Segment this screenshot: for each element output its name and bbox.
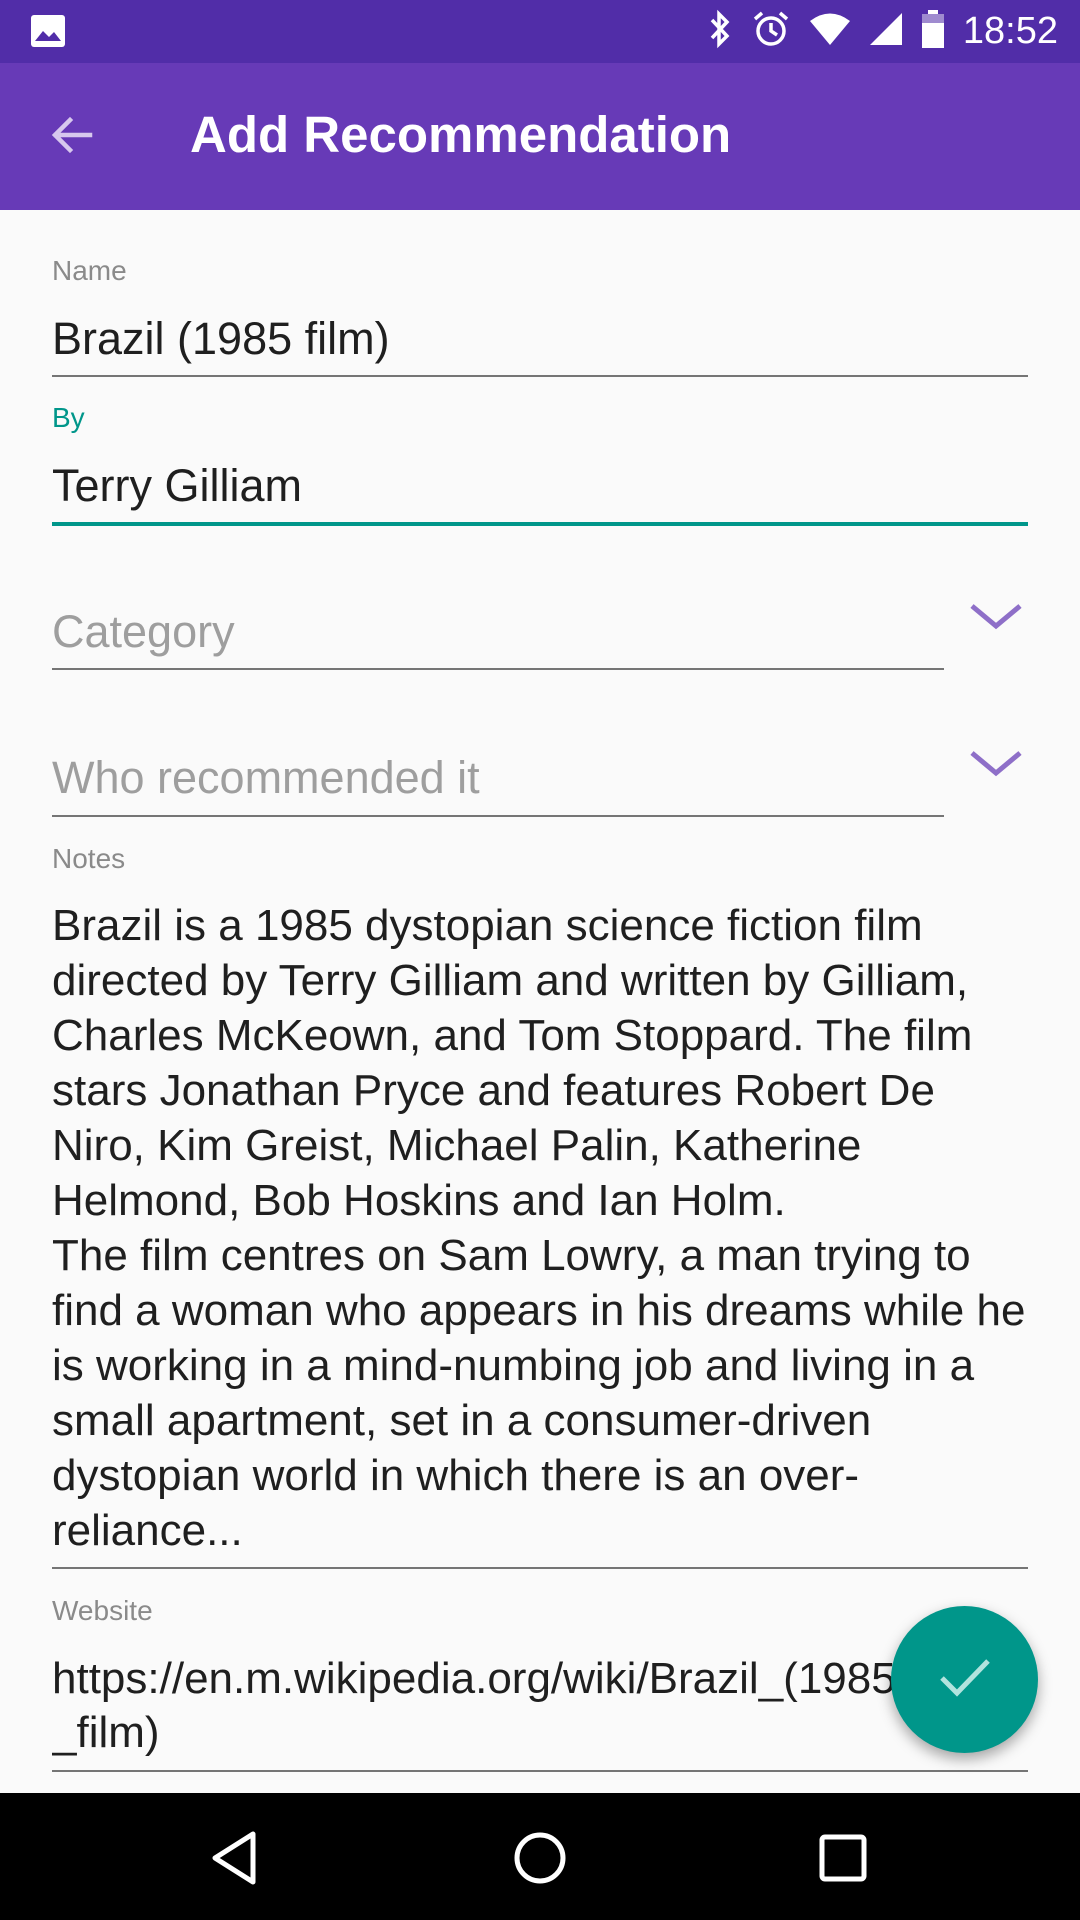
by-input[interactable]: Terry Gilliam (52, 460, 302, 512)
website-input[interactable]: https://en.m.wikipedia.org/wiki/Brazil_(… (52, 1652, 1012, 1760)
notes-textarea[interactable]: Brazil is a 1985 dystopian science ficti… (52, 898, 1037, 1558)
save-fab-button[interactable] (891, 1606, 1038, 1753)
by-underline (52, 522, 1028, 526)
category-dropdown-button[interactable] (961, 588, 1031, 648)
nav-recents-icon (817, 1832, 869, 1889)
page-title: Add Recommendation (190, 106, 732, 163)
category-underline (52, 668, 944, 670)
status-clock: 18:52 (962, 10, 1058, 52)
nav-back-button[interactable] (190, 1815, 280, 1905)
nav-home-button[interactable] (495, 1815, 585, 1905)
arrow-back-icon (48, 111, 96, 164)
name-underline (52, 375, 1028, 377)
nav-back-icon (209, 1830, 261, 1891)
nav-recents-button[interactable] (798, 1815, 888, 1905)
by-label: By (52, 402, 85, 433)
app-bar: Add Recommendation (0, 63, 1080, 210)
recommender-underline (52, 815, 944, 817)
battery-icon (921, 9, 945, 54)
screen: 18:52 Add Recommendation Name Brazil (19… (0, 0, 1080, 1920)
navigation-bar (0, 1793, 1080, 1920)
website-underline (52, 1770, 1028, 1772)
recommender-select[interactable]: Who recommended it (52, 752, 480, 804)
status-icons: 18:52 (707, 0, 1058, 63)
signal-icon (869, 12, 903, 51)
bluetooth-icon (707, 9, 733, 54)
notes-paragraph: The film centres on Sam Lowry, a man try… (52, 1231, 1026, 1555)
status-bar: 18:52 (0, 0, 1080, 63)
check-icon (938, 1656, 992, 1703)
chevron-down-icon (968, 600, 1024, 637)
image-icon (30, 14, 66, 53)
website-line: https://en.m.wikipedia.org/wiki/Brazil_(… (52, 1654, 896, 1703)
name-label: Name (52, 255, 127, 286)
notes-label: Notes (52, 843, 126, 874)
notes-underline (52, 1567, 1028, 1569)
website-line: _film) (52, 1708, 160, 1757)
wifi-icon (809, 12, 851, 51)
nav-home-icon (512, 1830, 568, 1891)
back-button[interactable] (36, 101, 108, 173)
chevron-down-icon (968, 747, 1024, 784)
category-select[interactable]: Category (52, 606, 235, 658)
website-label: Website (52, 1595, 153, 1626)
name-input[interactable]: Brazil (1985 film) (52, 313, 390, 365)
recommender-dropdown-button[interactable] (961, 735, 1031, 795)
alarm-icon (751, 9, 791, 54)
notes-paragraph: Brazil is a 1985 dystopian science ficti… (52, 901, 973, 1225)
